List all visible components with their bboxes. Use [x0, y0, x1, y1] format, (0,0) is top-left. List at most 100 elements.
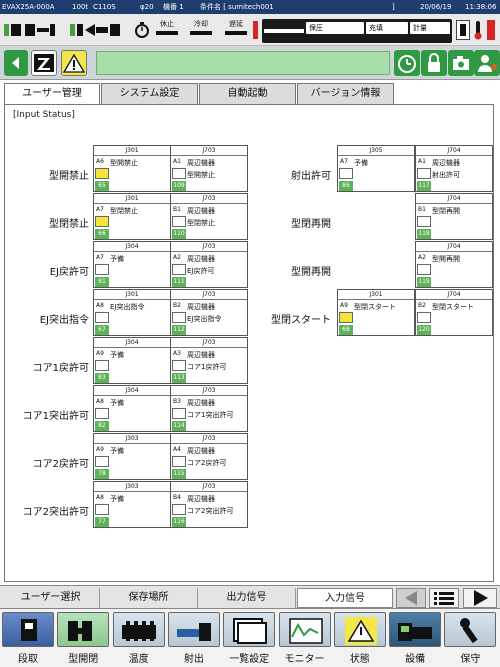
meter-mode-box: 計量 — [410, 22, 450, 34]
fkey-label: 保守 — [460, 654, 481, 665]
signal-row-label: コア1戻許可 — [32, 363, 89, 374]
alarm-button[interactable] — [61, 50, 87, 76]
signal-row-label: コア2突出許可 — [22, 507, 89, 518]
signal-name: 周辺機器 — [187, 255, 215, 263]
mold-icon — [68, 621, 93, 641]
fkey-mold[interactable] — [57, 612, 110, 647]
pin-label: B1 — [173, 206, 181, 213]
connector-label: J303 — [94, 434, 170, 444]
signal-name: 周辺機器 — [187, 207, 215, 215]
signal-indicator — [417, 312, 431, 323]
signal-indicator — [417, 264, 431, 275]
signal-name: 周辺機器 — [187, 351, 215, 359]
signal-sub-label: コア2戻許可 — [187, 459, 227, 467]
function-key-bar: 段取 型開閉 温度 射出 一覧設定 モニター 状態 設備 保守 — [0, 609, 500, 667]
fkey-label: 射出 — [183, 654, 204, 665]
back-button[interactable] — [4, 50, 28, 76]
fkey-label: 型開閉 — [68, 654, 99, 665]
fkey-label: 設備 — [405, 654, 426, 665]
tab-user-management[interactable]: ユーザー管理 — [4, 83, 100, 104]
z-logo-button[interactable] — [31, 50, 57, 76]
delay-bar — [225, 31, 247, 35]
connector-label: J301 — [94, 290, 170, 300]
signal-name: 周辺機器 — [187, 447, 215, 455]
fkey-setup[interactable] — [2, 612, 54, 647]
subtab-input-signal[interactable]: 入力信号 — [297, 588, 393, 608]
next-page-button[interactable] — [463, 588, 497, 608]
signal-number: 113 — [172, 373, 186, 383]
signal-number: 110 — [172, 229, 186, 239]
pause-bar — [156, 31, 178, 35]
fkey-wrench[interactable] — [444, 612, 497, 647]
pin-label: B1 — [418, 206, 426, 213]
list-icon — [434, 592, 454, 605]
subtab-user-select[interactable]: ユーザー選択 — [2, 588, 100, 608]
equipment-icon — [398, 623, 433, 641]
signal-indicator — [95, 504, 109, 515]
prev-page-button[interactable] — [396, 588, 426, 608]
signal-indicator — [95, 312, 109, 323]
fkey-label: モニター — [284, 654, 325, 665]
signal-box: J305 A7 予備 86 — [337, 145, 415, 192]
signal-box: J703 B3 周辺機器 コア1突出許可 114 — [170, 385, 248, 432]
subtab-output-signal[interactable]: 出力信号 — [198, 588, 296, 608]
thermometer-icon — [474, 21, 482, 40]
signal-indicator — [172, 168, 186, 179]
pin-label: A9 — [96, 446, 104, 453]
signal-number: 81 — [95, 277, 109, 287]
signal-number: 117 — [417, 181, 431, 191]
signal-number: 86 — [339, 181, 353, 191]
subtab-save-location[interactable]: 保存場所 — [100, 588, 198, 608]
signal-box: J704 A2 型開再開 119 — [415, 241, 493, 288]
signal-box: J703 A2 周辺機器 EJ戻許可 111 — [170, 241, 248, 288]
signal-box: J301 A7 型閉禁止 66 — [93, 193, 171, 240]
fkey-monitor[interactable] — [278, 612, 331, 647]
signal-number: 119 — [417, 277, 431, 287]
time: 11:38:06 — [465, 3, 497, 11]
signal-row-label: 型閉再開 — [291, 219, 331, 230]
signal-number: 66 — [95, 229, 109, 239]
menu-button[interactable] — [429, 588, 459, 608]
signal-number: 68 — [339, 325, 353, 335]
tab-version-info[interactable]: バージョン情報 — [297, 83, 394, 104]
signal-number: 118 — [417, 229, 431, 239]
signal-indicator — [172, 504, 186, 515]
signal-indicator — [172, 408, 186, 419]
signal-box: J704 A1 周辺機器 射出許可 117 — [415, 145, 493, 192]
signal-sub-label: 型閉禁止 — [187, 219, 215, 227]
signal-number: 67 — [95, 325, 109, 335]
heater-icon — [121, 621, 156, 641]
fkey-injection[interactable] — [167, 612, 220, 647]
z-logo-icon — [34, 54, 54, 72]
signal-sub-label: コア1突出許可 — [187, 411, 234, 419]
signal-indicator — [95, 360, 109, 371]
fkey-equipment[interactable] — [389, 612, 442, 647]
fkey-warning[interactable] — [333, 612, 386, 647]
pin-label: A7 — [96, 254, 104, 261]
tab-system-settings[interactable]: システム設定 — [101, 83, 198, 104]
sub-tab-bar: ユーザー選択 保存場所 出力信号 入力信号 — [0, 585, 500, 609]
fkey-heater[interactable] — [112, 612, 165, 647]
fkey-list[interactable] — [223, 612, 276, 647]
tab-auto-start[interactable]: 自動起動 — [199, 83, 296, 104]
signal-name: 周辺機器 — [187, 303, 215, 311]
camera-button[interactable] — [448, 50, 474, 76]
signal-row-label: 型閉スタート — [271, 315, 331, 326]
signal-name: 予備 — [110, 399, 124, 407]
connector-label: J703 — [171, 146, 247, 156]
connector-label: J703 — [171, 242, 247, 252]
fkey-label: 一覧設定 — [229, 654, 270, 665]
back-arrow-icon — [12, 57, 19, 69]
signal-number: 82 — [95, 421, 109, 431]
right-arrow-icon — [474, 590, 488, 606]
connector-label: J703 — [171, 434, 247, 444]
monitor-icon — [288, 618, 323, 644]
pin-label: A1 — [173, 158, 181, 165]
clock-button[interactable] — [394, 50, 420, 76]
signal-sub-label: コア1戻許可 — [187, 363, 227, 371]
input-status-panel: [Input Status] 型開禁止 J301 A6 型開禁止 65 J703 A1 周辺機… — [4, 104, 494, 582]
lock-button[interactable] — [421, 50, 447, 76]
connector-label: J703 — [171, 482, 247, 492]
user-button[interactable] — [474, 50, 500, 76]
signal-number: 77 — [95, 517, 109, 527]
